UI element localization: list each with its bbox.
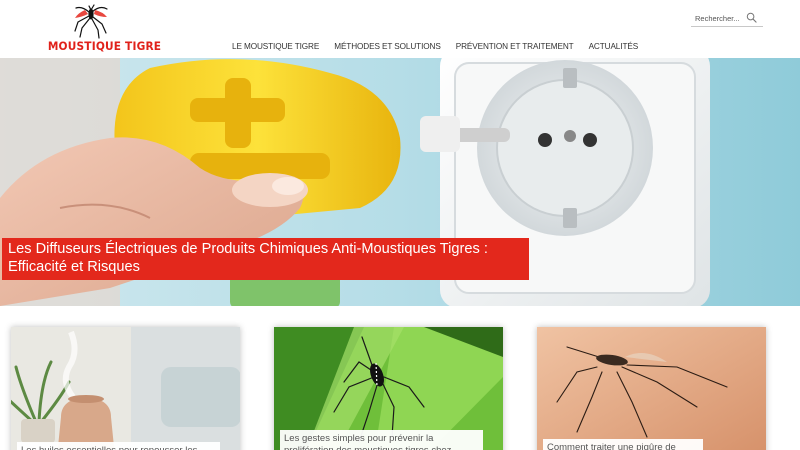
logo-text: MOUSTIQUE TIGRE (47, 39, 162, 53)
nav-item-moustique-tigre[interactable]: LE MOUSTIQUE TIGRE (232, 42, 319, 51)
card-image-diffuser (11, 327, 240, 450)
search-box (691, 10, 763, 27)
site-logo[interactable]: MOUSTIQUE TIGRE (44, 4, 162, 56)
search-icon[interactable] (746, 12, 757, 23)
search-input[interactable] (695, 12, 743, 24)
nav-item-actualites[interactable]: ACTUALITÉS (589, 42, 639, 51)
hero-caption[interactable]: Les Diffuseurs Électriques de Produits C… (2, 238, 529, 280)
card-title[interactable]: Les huiles essentielles pour repousser l… (17, 442, 220, 450)
article-card-gestes-simples[interactable]: Les gestes simples pour prévenir la prol… (274, 327, 503, 450)
article-card-piqure[interactable]: Comment traiter une piqûre de (537, 327, 766, 450)
site-header: MOUSTIQUE TIGRE LE MOUSTIQUE TIGRE MÉTHO… (0, 0, 800, 58)
card-image-mosquito-skin (537, 327, 766, 450)
nav-item-prevention-traitement[interactable]: PRÉVENTION ET TRAITEMENT (456, 42, 574, 51)
hero-title[interactable]: Les Diffuseurs Électriques de Produits C… (8, 241, 523, 276)
article-card-huiles-essentielles[interactable]: Les huiles essentielles pour repousser l… (11, 327, 240, 450)
nav-item-methodes-solutions[interactable]: MÉTHODES ET SOLUTIONS (334, 42, 441, 51)
card-title[interactable]: Les gestes simples pour prévenir la prol… (280, 430, 483, 450)
hero-banner[interactable]: Les Diffuseurs Électriques de Produits C… (0, 58, 800, 306)
mosquito-icon (74, 4, 108, 39)
main-nav: LE MOUSTIQUE TIGRE MÉTHODES ET SOLUTIONS… (232, 42, 653, 51)
card-title[interactable]: Comment traiter une piqûre de (543, 439, 703, 450)
